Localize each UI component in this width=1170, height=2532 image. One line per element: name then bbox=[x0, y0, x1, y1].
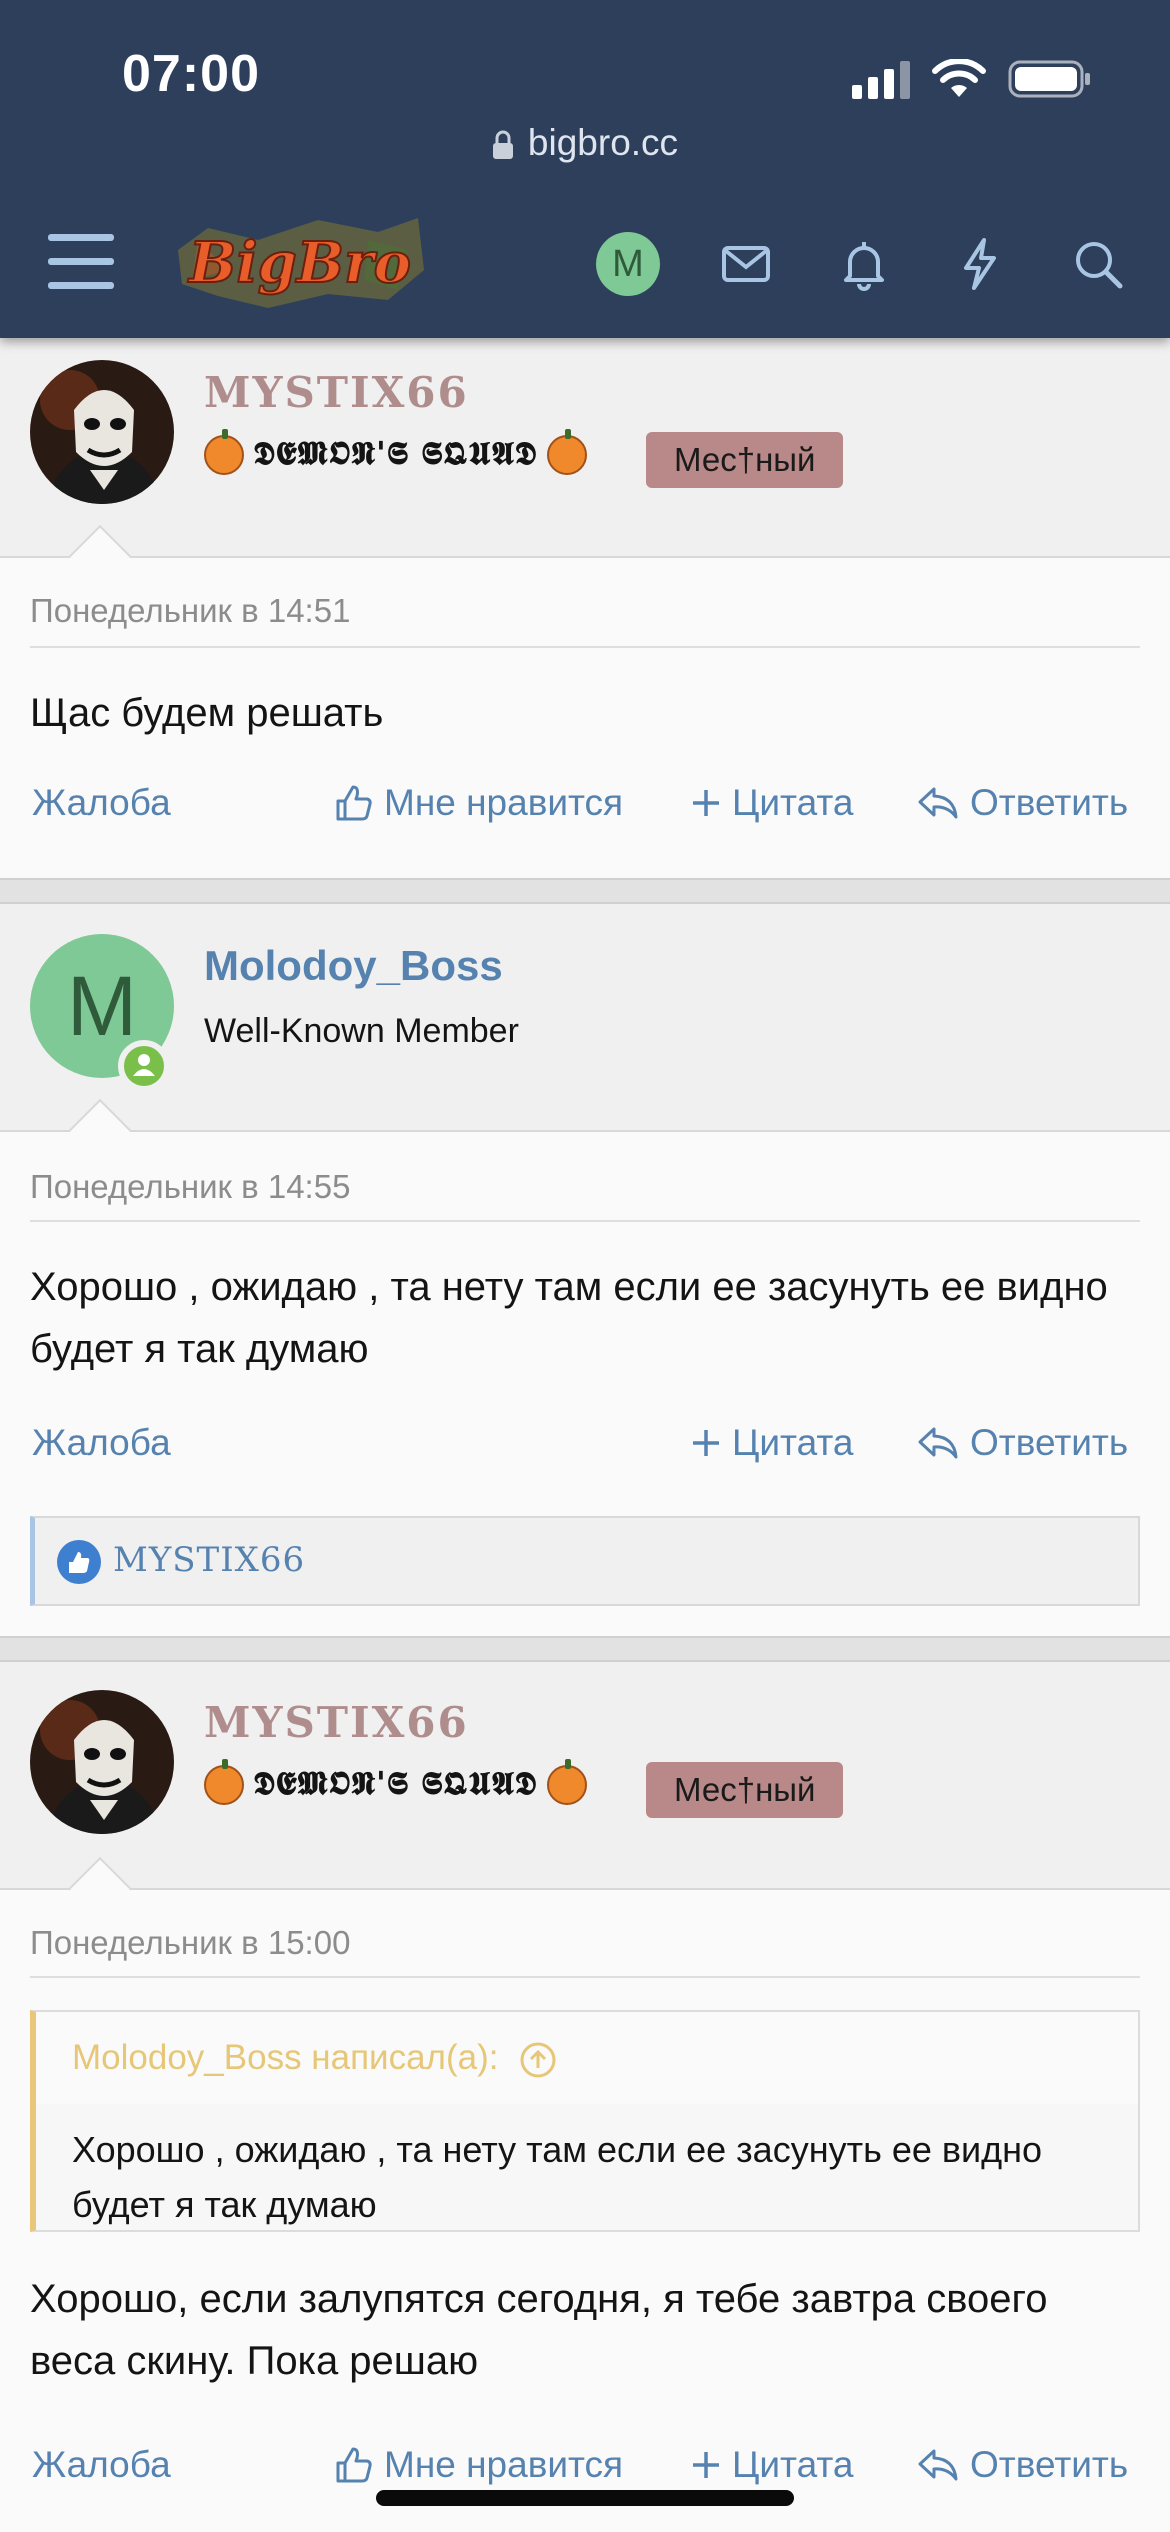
quote-text: Хорошо , ожидаю , та нету там если ее за… bbox=[72, 2129, 1043, 2225]
reply-button[interactable]: Ответить bbox=[916, 2444, 1128, 2486]
post: MYSTIX66 𝕯𝕰𝕸𝕺𝕹'𝕾 𝕾𝕼𝖀𝕬𝕯 Мес†ный Понедельн… bbox=[0, 338, 1170, 878]
thumbs-up-icon bbox=[336, 785, 372, 821]
status-time: 07:00 bbox=[122, 45, 260, 103]
quote-button[interactable]: Цитата bbox=[690, 1422, 853, 1464]
plus-icon bbox=[693, 1430, 719, 1456]
battery-icon bbox=[1008, 60, 1090, 98]
menu-icon[interactable] bbox=[48, 234, 114, 290]
url-text: bigbro.cc bbox=[527, 122, 679, 163]
avatar[interactable] bbox=[30, 360, 174, 504]
thumbs-up-icon bbox=[336, 2447, 372, 2483]
home-indicator[interactable] bbox=[376, 2490, 794, 2506]
nav-row: BigBro M bbox=[0, 210, 1170, 314]
search-icon[interactable] bbox=[1070, 236, 1126, 292]
report-link[interactable]: Жалоба bbox=[32, 2444, 171, 2486]
pumpkin-icon bbox=[204, 429, 244, 476]
post-body: Щас будем решать bbox=[30, 691, 384, 735]
post: M Molodoy_Boss Well-Known Member Понедел… bbox=[0, 904, 1170, 1636]
top-bar: 07:00 bigbro.cc BigBro M bbox=[0, 0, 1170, 338]
post-author-block: MYSTIX66 𝕯𝕰𝕸𝕺𝕹'𝕾 𝕾𝕼𝖀𝕬𝕯 Мес†ный bbox=[0, 1662, 1170, 1920]
pumpkin-icon bbox=[546, 1759, 587, 1806]
quote-block: Molodoy_Boss написал(а): Хорошо , ожидаю… bbox=[30, 2010, 1140, 2232]
post-separator bbox=[0, 1636, 1170, 1662]
quote-button[interactable]: Цитата bbox=[690, 2444, 853, 2486]
url-bar[interactable]: bigbro.cc bbox=[0, 122, 1170, 164]
user-title: 𝕯𝕰𝕸𝕺𝕹'𝕾 𝕾𝕼𝖀𝕬𝕯 bbox=[204, 1759, 587, 1806]
reply-icon bbox=[918, 787, 958, 819]
site-logo[interactable]: BigBro bbox=[168, 210, 432, 314]
wifi-icon bbox=[932, 59, 986, 97]
pumpkin-icon bbox=[546, 429, 587, 476]
pumpkin-icon bbox=[204, 1759, 244, 1806]
plus-icon bbox=[693, 790, 719, 816]
reply-icon bbox=[918, 1427, 958, 1459]
report-link[interactable]: Жалоба bbox=[32, 1422, 171, 1464]
avatar[interactable] bbox=[30, 1690, 174, 1834]
like-button[interactable]: Мне нравится bbox=[334, 782, 623, 824]
user-badge: Мес†ный bbox=[646, 1762, 844, 1818]
post: MYSTIX66 𝕯𝕰𝕸𝕺𝕹'𝕾 𝕾𝕼𝖀𝕬𝕯 Мес†ный Понедельн… bbox=[0, 1662, 1170, 2532]
post-actions: Жалоба Мне нравится Цитата Ответить bbox=[0, 782, 1170, 842]
post-body: Хорошо , ожидаю , та нету там если ее за… bbox=[30, 1265, 1108, 1371]
status-icons bbox=[852, 54, 1092, 104]
post-date[interactable]: Понедельник в 14:55 bbox=[30, 1168, 350, 1206]
user-title: 𝕯𝕰𝕸𝕺𝕹'𝕾 𝕾𝕼𝖀𝕬𝕯 bbox=[204, 429, 587, 476]
post-separator bbox=[0, 878, 1170, 904]
user-avatar-button[interactable]: M bbox=[596, 232, 660, 296]
post-date[interactable]: Понедельник в 14:51 bbox=[30, 592, 350, 630]
like-button[interactable]: Мне нравится bbox=[334, 2444, 623, 2486]
arrow-up-circle-icon bbox=[520, 2042, 556, 2078]
lock-icon bbox=[492, 130, 513, 160]
post-username[interactable]: MYSTIX66 bbox=[204, 1698, 469, 1747]
post-date[interactable]: Понедельник в 15:00 bbox=[30, 1924, 350, 1962]
post-actions: Жалоба Цитата Ответить bbox=[0, 1422, 1170, 1482]
post-username[interactable]: Molodoy_Boss bbox=[204, 942, 503, 990]
reactions-bar[interactable]: MYSTIX66 bbox=[30, 1516, 1140, 1606]
mail-icon[interactable] bbox=[718, 236, 774, 292]
reply-button[interactable]: Ответить bbox=[916, 782, 1128, 824]
lightning-icon[interactable] bbox=[952, 236, 1008, 292]
post-author-block: MYSTIX66 𝕯𝕰𝕸𝕺𝕹'𝕾 𝕾𝕼𝖀𝕬𝕯 Мес†ный bbox=[0, 338, 1170, 588]
like-reaction-icon bbox=[57, 1540, 101, 1584]
post-author-block: M Molodoy_Boss Well-Known Member bbox=[0, 904, 1170, 1162]
post-username[interactable]: MYSTIX66 bbox=[204, 368, 469, 417]
user-badge: Мес†ный bbox=[646, 432, 844, 488]
report-link[interactable]: Жалоба bbox=[32, 782, 171, 824]
post-body: Хорошо, если залупятся сегодня, я тебе з… bbox=[30, 2277, 1048, 2383]
online-status-icon bbox=[118, 1040, 170, 1092]
quote-author[interactable]: Molodoy_Boss написал(а): bbox=[72, 2038, 558, 2080]
svg-text:BigBro: BigBro bbox=[187, 230, 411, 296]
bell-icon[interactable] bbox=[836, 236, 892, 292]
user-title: Well-Known Member bbox=[204, 1012, 519, 1050]
plus-icon bbox=[693, 2452, 719, 2478]
quote-button[interactable]: Цитата bbox=[690, 782, 853, 824]
reply-button[interactable]: Ответить bbox=[916, 1422, 1128, 1464]
reaction-username[interactable]: MYSTIX66 bbox=[113, 1540, 305, 1580]
reply-icon bbox=[918, 2449, 958, 2481]
cellular-signal-icon bbox=[852, 59, 910, 99]
